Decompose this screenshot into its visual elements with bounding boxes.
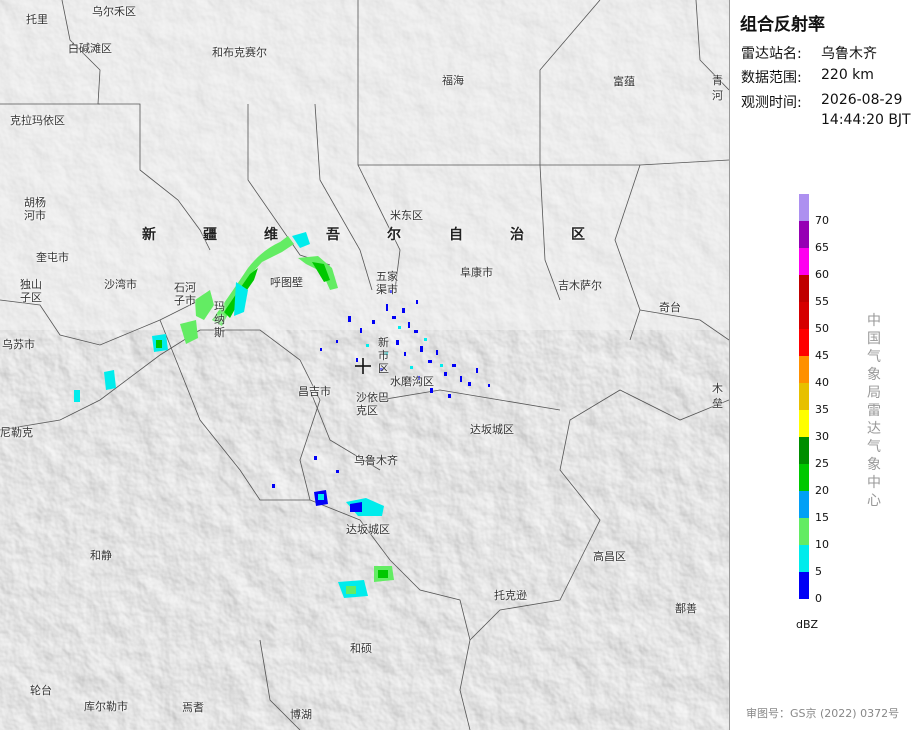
place-baijiantan: 白碱滩区 <box>68 42 112 55</box>
time-date: 2026-08-29 <box>821 92 903 108</box>
place-kuitun: 奎屯市 <box>36 251 69 264</box>
legend-tick-label: 60 <box>815 268 829 281</box>
place-fukang: 阜康市 <box>460 266 493 279</box>
legend-swatch <box>799 302 809 329</box>
place-jimusaer: 吉木萨尔 <box>558 279 602 292</box>
region-char: 尔 <box>387 227 401 243</box>
place-wujiaqu: 五家渠市 <box>376 270 398 296</box>
legend-swatch <box>799 194 809 221</box>
station-row: 雷达站名: 乌鲁木齐 <box>741 43 877 63</box>
region-char: 自 <box>449 227 463 243</box>
product-title: 组合反射率 <box>740 15 825 35</box>
dbz-color-legend <box>799 194 809 599</box>
place-fuhai: 福海 <box>442 74 464 87</box>
region-char: 治 <box>510 227 524 243</box>
region-char: 吾 <box>326 227 340 243</box>
legend-tick-label: 35 <box>815 403 829 416</box>
place-kelamayi: 克拉玛依区 <box>10 114 65 127</box>
station-label: 雷达站名: <box>741 46 802 62</box>
place-huyanghe: 胡杨河市 <box>24 196 46 222</box>
place-mulei-b: 垒 <box>712 397 723 410</box>
place-urumqi: 乌鲁木齐 <box>354 454 398 467</box>
place-qinghe-a: 青 <box>712 74 723 87</box>
place-shanshan: 鄯善 <box>675 602 697 615</box>
info-panel: 组合反射率 雷达站名: 乌鲁木齐 数据范围: 220 km 观测时间: 2026… <box>730 0 920 730</box>
legend-tick-label: 40 <box>815 376 829 389</box>
place-mulei-a: 木 <box>712 382 723 395</box>
place-shuimogou: 水磨沟区 <box>390 375 434 388</box>
legend-swatch <box>799 329 809 356</box>
legend-swatch <box>799 248 809 275</box>
place-manasi: 玛纳斯 <box>214 300 225 339</box>
legend-swatch <box>799 410 809 437</box>
time-clock: 14:44:20 BJT <box>821 112 911 128</box>
radar-map[interactable]: 托里 乌尔禾区 白碱滩区 和布克赛尔 福海 富蕴 青 河 克拉玛依区 胡杨河市 … <box>0 0 729 730</box>
place-tuoli: 托里 <box>26 13 48 26</box>
legend-tick-label: 30 <box>815 430 829 443</box>
place-fuyun: 富蕴 <box>613 75 635 88</box>
place-wuerhe: 乌尔禾区 <box>92 5 136 18</box>
region-char: 维 <box>264 227 278 243</box>
map-approval-number: 审图号：GS京 (2022) 0372号 <box>746 707 900 720</box>
range-label: 数据范围: <box>741 70 802 86</box>
legend-swatch <box>799 356 809 383</box>
legend-unit: dBZ <box>796 618 819 631</box>
place-shihezi: 石河子市 <box>174 281 196 307</box>
legend-tick-label: 45 <box>815 349 829 362</box>
place-bohu: 博湖 <box>290 708 312 721</box>
place-tuokexun: 托克逊 <box>494 589 527 602</box>
place-heshuo: 和硕 <box>350 642 372 655</box>
place-nileke: 尼勒克 <box>0 426 33 439</box>
legend-tick-label: 0 <box>815 592 822 605</box>
place-midong: 米东区 <box>390 209 423 222</box>
place-shawan: 沙湾市 <box>104 278 137 291</box>
legend-tick-label: 5 <box>815 565 822 578</box>
legend-tick-label: 55 <box>815 295 829 308</box>
region-char: 区 <box>571 227 585 243</box>
region-char: 疆 <box>203 227 217 243</box>
place-hutubi: 呼图壁 <box>270 276 303 289</box>
legend-tick-label: 20 <box>815 484 829 497</box>
agency-name: 中国气象局雷达气象中心 <box>867 313 881 509</box>
legend-tick-label: 65 <box>815 241 829 254</box>
legend-tick-label: 70 <box>815 214 829 227</box>
region-char: 新 <box>142 227 156 243</box>
legend-swatch <box>799 437 809 464</box>
place-dabancheng-top: 达坂城区 <box>470 423 514 436</box>
legend-tick-label: 10 <box>815 538 829 551</box>
place-qinghe-b: 河 <box>712 89 723 102</box>
legend-swatch <box>799 545 809 572</box>
place-dabancheng: 达坂城区 <box>346 523 390 536</box>
legend-swatch <box>799 221 809 248</box>
range-row: 数据范围: 220 km <box>741 67 874 87</box>
legend-swatch <box>799 464 809 491</box>
radar-viewer: 托里 乌尔禾区 白碱滩区 和布克赛尔 福海 富蕴 青 河 克拉玛依区 胡杨河市 … <box>0 0 920 730</box>
map-canvas <box>0 0 729 730</box>
legend-tick-label: 50 <box>815 322 829 335</box>
place-yanqi: 焉耆 <box>182 701 204 714</box>
place-changji: 昌吉市 <box>298 385 331 398</box>
place-dushanzi: 独山子区 <box>20 278 42 304</box>
place-qitai: 奇台 <box>659 301 681 314</box>
legend-swatch <box>799 491 809 518</box>
place-hejing: 和静 <box>90 549 112 562</box>
legend-swatch <box>799 383 809 410</box>
legend-swatch <box>799 518 809 545</box>
place-wusu: 乌苏市 <box>2 338 35 351</box>
place-luntai: 轮台 <box>30 684 52 697</box>
legend-swatch <box>799 275 809 302</box>
place-xinshi: 新市区 <box>378 336 389 375</box>
range-value: 220 km <box>821 67 874 83</box>
place-kuerle: 库尔勒市 <box>84 700 128 713</box>
time-label: 观测时间: <box>741 95 802 111</box>
legend-swatch <box>799 572 809 599</box>
legend-tick-label: 25 <box>815 457 829 470</box>
legend-tick-label: 15 <box>815 511 829 524</box>
place-hebukesaier: 和布克赛尔 <box>212 46 267 59</box>
place-shayibake: 沙依巴克区 <box>356 391 389 417</box>
time-row: 观测时间: 2026-08-29 <box>741 92 902 112</box>
place-gaochang: 高昌区 <box>593 550 626 563</box>
station-value: 乌鲁木齐 <box>821 46 877 62</box>
